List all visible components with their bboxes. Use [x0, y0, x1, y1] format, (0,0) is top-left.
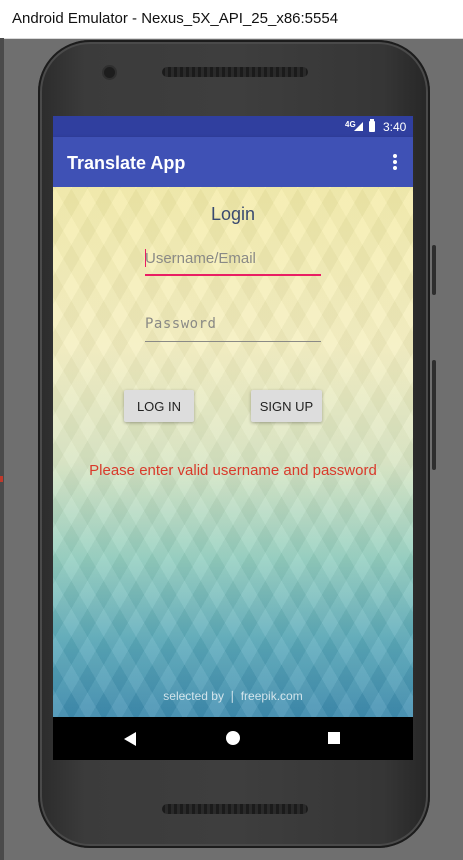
recents-icon[interactable] [328, 732, 340, 744]
login-screen: Login LOG IN SIGN UP Please enter valid … [53, 187, 413, 760]
front-camera [104, 67, 115, 78]
app-bar: Translate App [53, 137, 413, 187]
bottom-speaker [162, 804, 308, 814]
volume-rocker[interactable] [432, 360, 436, 470]
background-window-mark [0, 476, 3, 482]
signup-button[interactable]: SIGN UP [251, 390, 322, 422]
text-caret [145, 249, 146, 267]
power-button[interactable] [432, 245, 436, 295]
back-icon[interactable] [124, 732, 136, 746]
username-input[interactable] [145, 246, 321, 270]
username-field[interactable] [145, 246, 321, 276]
battery-icon [369, 119, 375, 132]
emulator-title-bar: Android Emulator - Nexus_5X_API_25_x86:5… [0, 0, 463, 39]
username-underline [145, 274, 321, 276]
login-button[interactable]: LOG IN [124, 390, 194, 422]
status-bar: 4G 3:40 [53, 116, 413, 137]
error-message: Please enter valid username and password [89, 462, 377, 479]
emulator-window-title: Android Emulator - Nexus_5X_API_25_x86:5… [12, 10, 339, 27]
phone-screen: 4G 3:40 Translate App Login LOG IN SIGN … [53, 116, 413, 760]
password-underline [145, 341, 321, 342]
navigation-bar [53, 717, 413, 760]
password-field[interactable] [145, 312, 321, 342]
signal-icon [354, 122, 363, 131]
background-window-edge [0, 38, 4, 860]
password-input[interactable] [145, 312, 321, 336]
overflow-menu-icon[interactable] [385, 151, 405, 173]
home-icon[interactable] [226, 731, 240, 745]
login-heading: Login [210, 204, 256, 224]
status-clock: 3:40 [383, 120, 407, 134]
background-credit: selected by ❘ freepik.com [163, 689, 303, 703]
top-speaker [162, 67, 308, 77]
app-title: Translate App [67, 153, 186, 173]
